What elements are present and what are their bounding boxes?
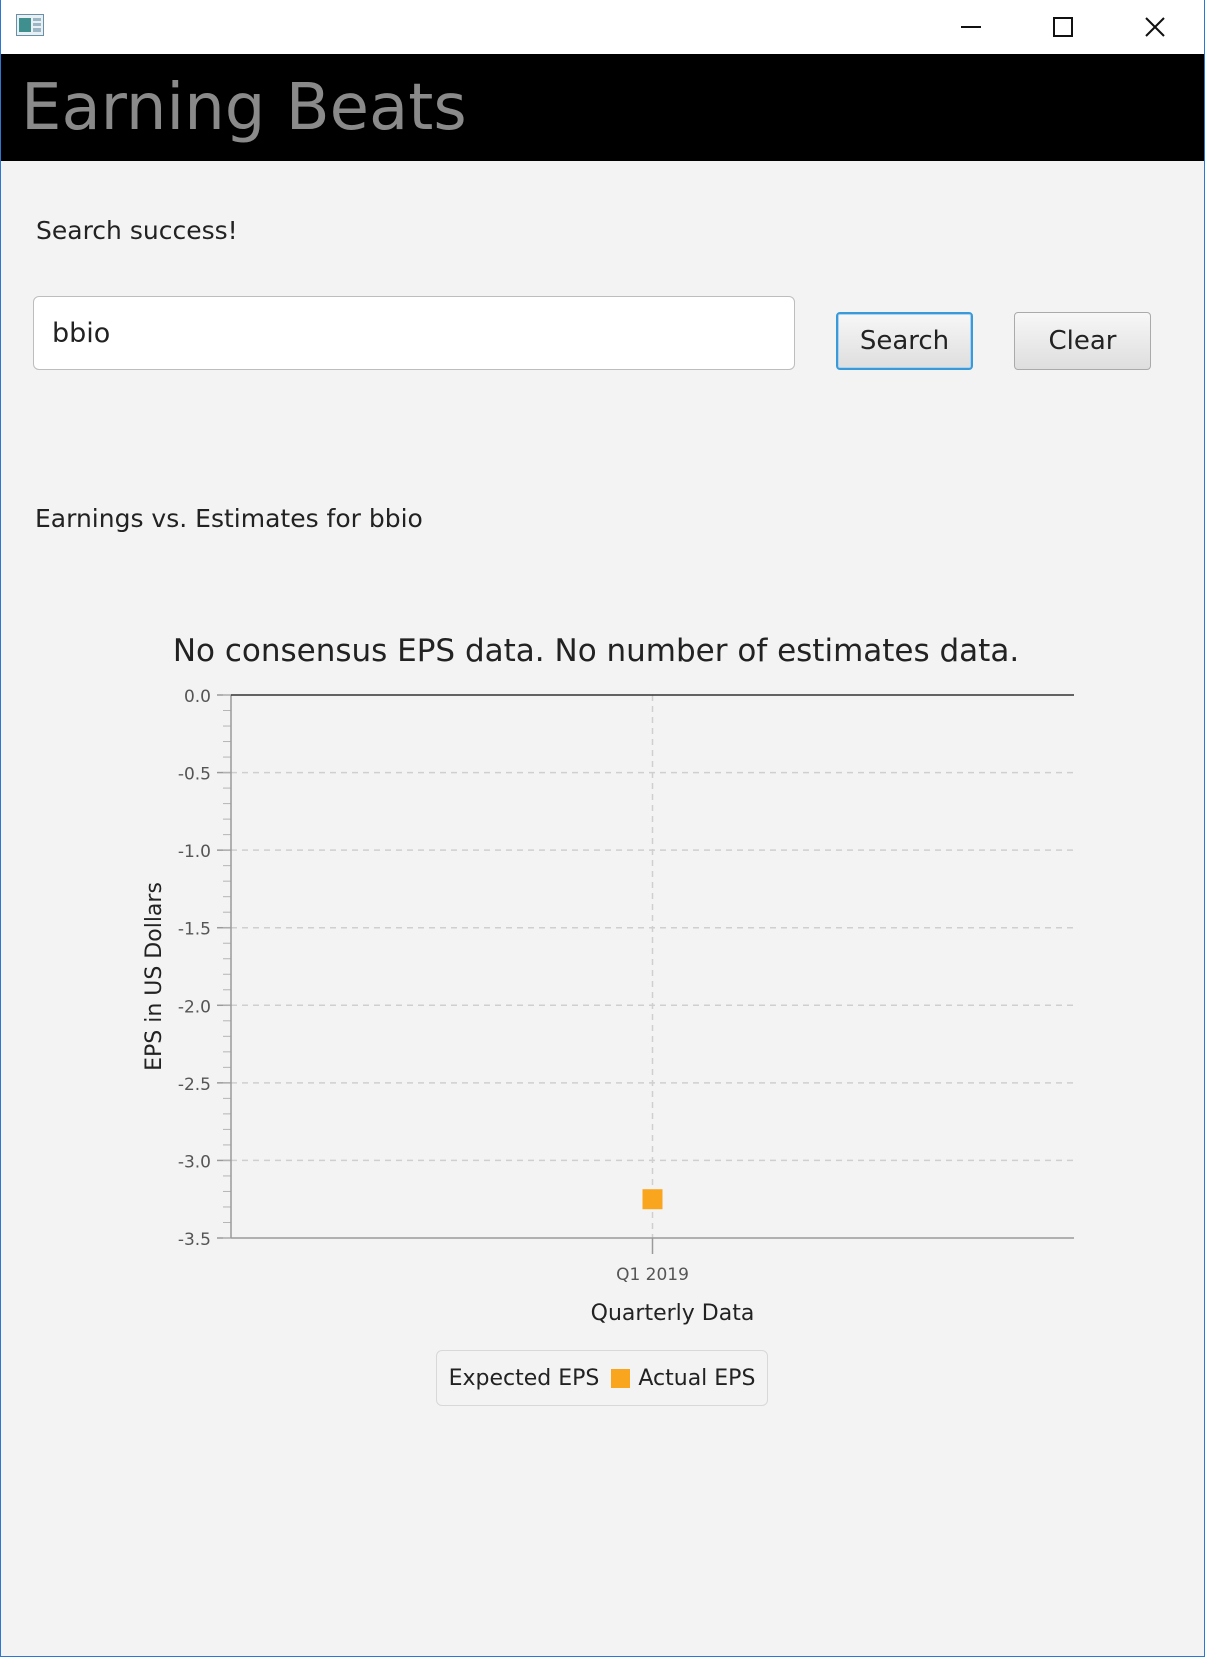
y-tick-label: -3.5	[178, 1230, 211, 1250]
y-tick-label: -1.0	[178, 842, 211, 862]
x-axis-title: Quarterly Data	[591, 1301, 755, 1326]
y-axis-title: EPS in US Dollars	[142, 882, 167, 1071]
chart-legend: Expected EPS Actual EPS	[436, 1350, 768, 1406]
legend-swatch-actual	[611, 1368, 631, 1388]
y-tick-label: -3.0	[178, 1152, 211, 1172]
y-tick-label: -2.0	[178, 997, 211, 1017]
y-tick-label: -0.5	[178, 765, 211, 785]
x-tick-label: Q1 2019	[616, 1265, 689, 1285]
legend-label-expected: Expected EPS	[448, 1365, 600, 1391]
legend-label-actual: Actual EPS	[638, 1365, 756, 1391]
y-tick-label: 0.0	[184, 687, 211, 707]
eps-chart: 0.0 -0.5 -1.0 -1.5 -2.0 -2.5 -3.0 -3.5 Q1 2019 Qu…	[142, 687, 1074, 1326]
app-window: Earning Beats Search success! Search Cle…	[0, 0, 1205, 1657]
legend-item-expected: Expected EPS	[449, 1366, 600, 1391]
y-tick-label: -1.5	[178, 920, 211, 940]
y-tick-label: -2.5	[178, 1075, 211, 1095]
legend-item-actual: Actual EPS	[599, 1366, 755, 1391]
data-point-actual-eps	[642, 1189, 663, 1210]
